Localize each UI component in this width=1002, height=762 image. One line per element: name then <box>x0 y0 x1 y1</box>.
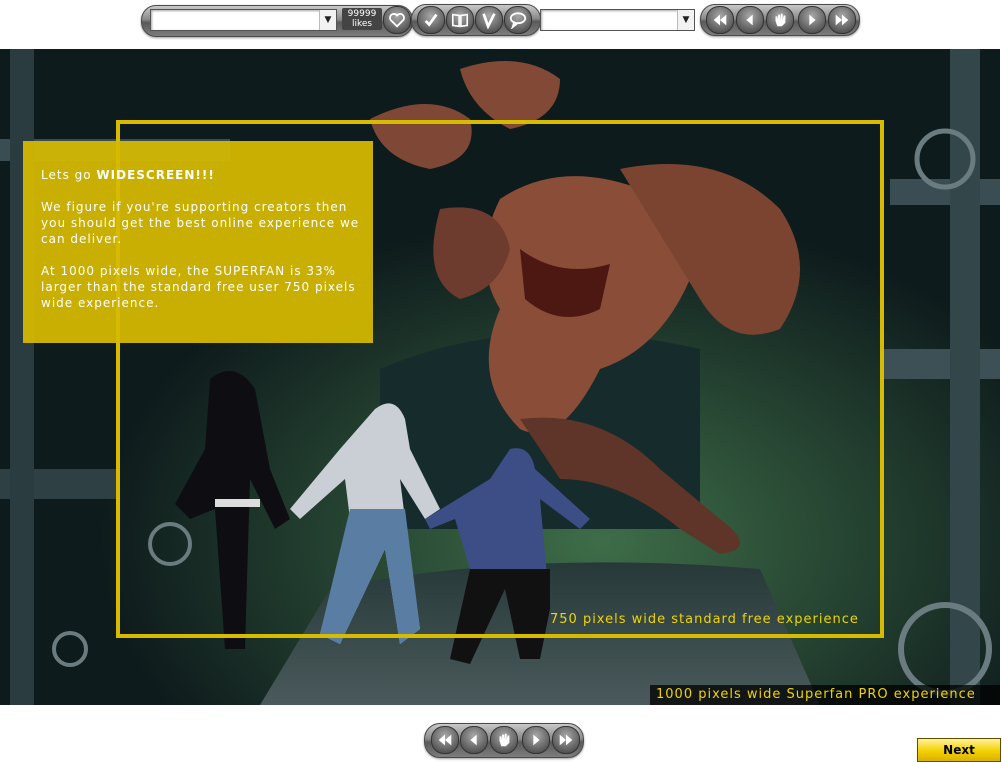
page-select[interactable]: ▼ <box>540 9 695 31</box>
bottom-first-page-button[interactable] <box>431 726 459 754</box>
heart-icon <box>389 13 405 28</box>
first-page-button[interactable] <box>706 6 734 34</box>
info-line1-bold: WIDESCREEN!!! <box>96 168 215 182</box>
bottom-prev-page-button[interactable] <box>460 726 488 754</box>
left-arrow-icon <box>470 734 477 746</box>
standard-width-caption: 750 pixels wide standard free experience <box>550 612 859 627</box>
vote-button[interactable] <box>475 6 503 34</box>
like-button[interactable] <box>383 6 411 34</box>
mark-read-button[interactable] <box>417 6 445 34</box>
chapter-select[interactable]: ▼ <box>150 9 337 31</box>
comic-page: 750 pixels wide standard free experience… <box>0 49 1000 705</box>
speech-bubble-icon <box>509 12 527 29</box>
top-toolbar: ▼ 99999 likes ▼ <box>0 0 1002 48</box>
bottom-last-page-button[interactable] <box>552 726 580 754</box>
left-arrow-icon <box>746 14 753 26</box>
double-right-arrow-icon <box>559 734 573 746</box>
right-arrow-icon <box>533 734 540 746</box>
widescreen-info-box: Lets go WIDESCREEN!!! We figure if you'r… <box>23 141 373 343</box>
v-icon <box>482 13 496 29</box>
likes-label: likes <box>351 19 373 29</box>
next-page-button[interactable] <box>798 6 826 34</box>
bottom-home-button[interactable] <box>490 726 518 754</box>
info-paragraph-3: At 1000 pixels wide, the SUPERFAN is 33%… <box>41 264 356 310</box>
last-page-button[interactable] <box>828 6 856 34</box>
info-line1: Lets go WIDESCREEN!!! <box>41 167 361 183</box>
hand-icon <box>775 13 786 27</box>
open-book-icon <box>451 13 469 28</box>
home-button[interactable] <box>766 6 794 34</box>
chevron-down-icon: ▼ <box>677 10 694 30</box>
prev-page-button[interactable] <box>736 6 764 34</box>
right-arrow-icon <box>809 14 816 26</box>
hand-icon <box>499 733 510 747</box>
bottom-next-page-button[interactable] <box>522 726 550 754</box>
comment-button[interactable] <box>504 6 532 34</box>
likes-count: 99999 <box>347 9 377 19</box>
checkmark-icon <box>424 13 438 27</box>
double-left-arrow-icon <box>713 14 727 26</box>
bookmark-button[interactable] <box>446 6 474 34</box>
info-line1-prefix: Lets go <box>41 168 97 182</box>
info-paragraph-2: We figure if you're supporting creators … <box>41 200 360 246</box>
double-left-arrow-icon <box>438 734 452 746</box>
double-right-arrow-icon <box>835 14 849 26</box>
chevron-down-icon: ▼ <box>319 10 336 30</box>
likes-counter: 99999 likes <box>342 8 382 30</box>
superfan-width-caption: 1000 pixels wide Superfan PRO experience <box>650 685 1000 705</box>
next-button[interactable]: Next <box>917 738 1001 762</box>
